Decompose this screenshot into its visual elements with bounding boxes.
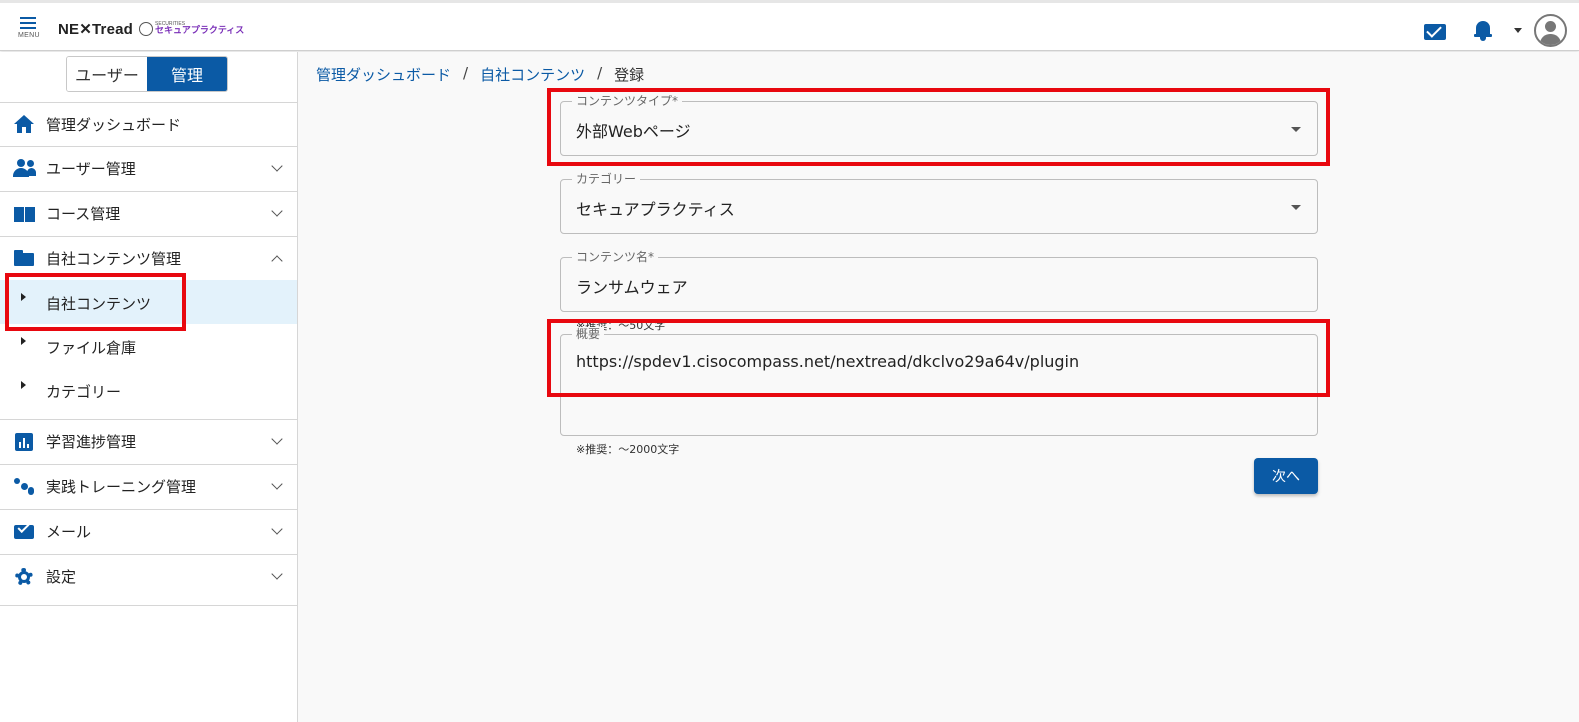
user-avatar-icon[interactable] bbox=[1534, 14, 1567, 47]
sidebar-item-dashboard[interactable]: 管理ダッシュボード bbox=[0, 102, 297, 146]
highlight-summary bbox=[547, 319, 1330, 397]
content-name-label: コンテンツ名* bbox=[572, 250, 659, 264]
breadcrumb-link-dashboard[interactable]: 管理ダッシュボード bbox=[316, 64, 451, 85]
chevron-up-icon bbox=[271, 255, 283, 267]
breadcrumb-link-own-content[interactable]: 自社コンテンツ bbox=[480, 64, 585, 85]
app-logo[interactable]: NE✕Tread SECURITIES セキュアプラクティス bbox=[58, 20, 244, 38]
mode-toggle: ユーザー 管理 bbox=[66, 56, 228, 92]
sidebar-subitem-label: ファイル倉庫 bbox=[46, 339, 137, 357]
breadcrumb: 管理ダッシュボード / 自社コンテンツ / 登録 bbox=[316, 64, 644, 85]
toggle-admin-button[interactable]: 管理 bbox=[147, 57, 227, 91]
sidebar-item-label: ユーザー管理 bbox=[46, 160, 136, 178]
chevron-down-icon bbox=[271, 478, 283, 490]
triangle-right-icon bbox=[21, 381, 26, 389]
sidebar-item-settings[interactable]: 設定 bbox=[0, 554, 297, 598]
content-name-value: ランサムウェア bbox=[576, 278, 688, 297]
logo-sub: SECURITIES セキュアプラクティス bbox=[139, 22, 244, 36]
logo-sub-text: セキュアプラクティス bbox=[155, 26, 245, 36]
sidebar-divider bbox=[0, 605, 297, 606]
category-value: セキュアプラクティス bbox=[576, 200, 735, 219]
training-icon bbox=[13, 477, 35, 497]
breadcrumb-separator: / bbox=[597, 64, 603, 82]
mail-icon[interactable] bbox=[1424, 24, 1446, 40]
logo-main-text: NE✕Tread bbox=[58, 21, 134, 38]
sidebar-item-label: 自社コンテンツ管理 bbox=[46, 250, 182, 268]
folder-icon bbox=[13, 248, 35, 268]
caret-down-icon[interactable] bbox=[1514, 28, 1522, 33]
sidebar-item-mail[interactable]: メール bbox=[0, 509, 297, 553]
highlight-content-type bbox=[547, 88, 1330, 166]
sidebar-item-label: 実践トレーニング管理 bbox=[46, 478, 197, 496]
hamburger-menu-button[interactable]: MENU bbox=[16, 17, 44, 51]
breadcrumb-separator: / bbox=[463, 64, 469, 82]
sidebar-subitem-category[interactable]: カテゴリー bbox=[0, 368, 297, 412]
chevron-down-icon bbox=[271, 205, 283, 217]
sidebar-item-course-management[interactable]: コース管理 bbox=[0, 191, 297, 235]
sidebar: ユーザー 管理 管理ダッシュボード ユーザー管理 コース管理 自社コンテンツ管理… bbox=[0, 52, 298, 722]
highlight-own-content bbox=[5, 273, 186, 331]
sidebar-item-label: メール bbox=[46, 523, 92, 541]
sidebar-item-label: コース管理 bbox=[46, 205, 121, 223]
sidebar-item-label: 学習進捗管理 bbox=[46, 433, 137, 451]
sidebar-item-learning-progress[interactable]: 学習進捗管理 bbox=[0, 419, 297, 463]
bar-chart-icon bbox=[13, 432, 35, 452]
category-select[interactable]: カテゴリー セキュアプラクティス bbox=[560, 172, 1318, 234]
menu-label: MENU bbox=[18, 32, 40, 39]
mail-icon bbox=[13, 520, 35, 542]
chevron-down-icon bbox=[271, 433, 283, 445]
bell-icon[interactable] bbox=[1474, 19, 1492, 41]
sidebar-item-label: 設定 bbox=[46, 568, 77, 586]
sidebar-item-label: 管理ダッシュボード bbox=[46, 116, 182, 134]
chevron-down-icon bbox=[271, 523, 283, 535]
home-icon bbox=[13, 115, 35, 135]
sidebar-item-practical-training[interactable]: 実践トレーニング管理 bbox=[0, 464, 297, 508]
people-icon bbox=[13, 159, 36, 179]
category-label: カテゴリー bbox=[572, 172, 641, 186]
book-icon bbox=[13, 204, 35, 224]
chevron-down-icon bbox=[271, 160, 283, 172]
hamburger-menu-icon bbox=[16, 17, 44, 29]
breadcrumb-current: 登録 bbox=[614, 66, 645, 84]
sidebar-item-user-management[interactable]: ユーザー管理 bbox=[0, 146, 297, 190]
gear-icon bbox=[13, 567, 35, 587]
app-header: MENU NE✕Tread SECURITIES セキュアプラクティス bbox=[0, 0, 1579, 51]
summary-hint: ※推奨：～2000文字 bbox=[576, 443, 680, 456]
logo-badge-icon bbox=[139, 22, 154, 36]
chevron-down-icon bbox=[271, 568, 283, 580]
next-button[interactable]: 次へ bbox=[1254, 458, 1318, 494]
content-name-field[interactable]: コンテンツ名* ランサムウェア bbox=[560, 250, 1318, 312]
toggle-user-button[interactable]: ユーザー bbox=[67, 57, 147, 91]
sidebar-subitem-label: カテゴリー bbox=[46, 383, 122, 401]
dropdown-arrow-icon bbox=[1291, 205, 1301, 210]
triangle-right-icon bbox=[21, 337, 26, 345]
